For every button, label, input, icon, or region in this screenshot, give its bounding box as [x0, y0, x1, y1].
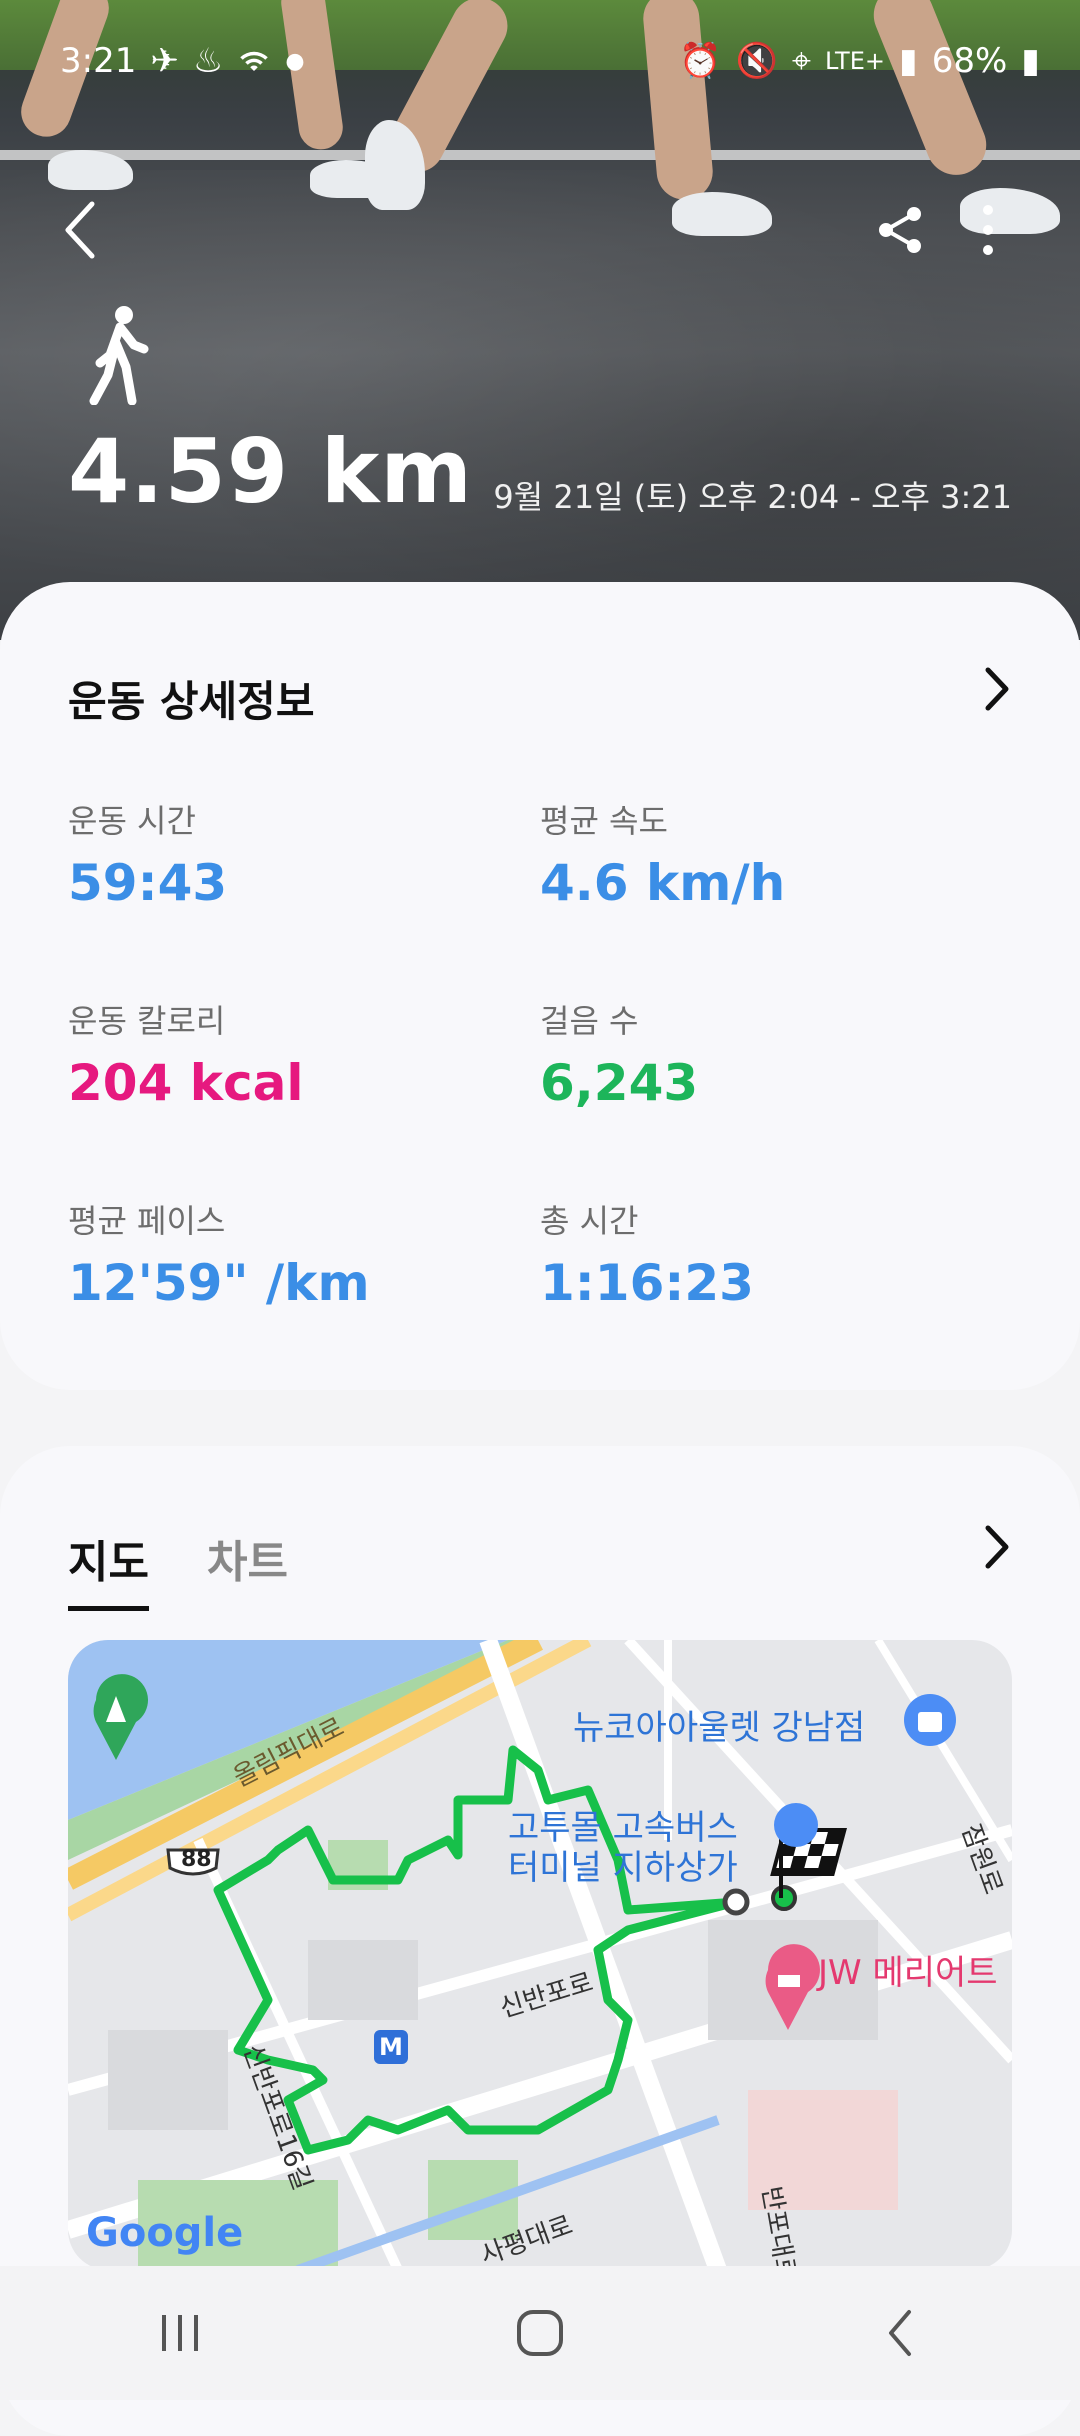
system-nav-bar — [0, 2266, 1080, 2400]
details-title: 운동 상세정보 — [68, 677, 315, 726]
stat-value: 4.6 km/h — [540, 854, 786, 912]
network-type: LTE+ — [824, 47, 885, 75]
map-label-jw: JW 메리어트 — [818, 1953, 998, 1993]
tab-map[interactable]: 지도 — [68, 1526, 149, 1611]
back-button[interactable] — [62, 190, 122, 270]
workout-details-card: 운동 상세정보 운동 시간 59:43 평균 속도 4.6 km/h 운동 칼로… — [0, 582, 1080, 1390]
status-left: 3:21 ✈ ♨ ● — [60, 41, 305, 81]
signal-icon: ▮ — [898, 41, 918, 81]
battery-icon: ▮ — [1021, 41, 1040, 81]
stat-workout-time: 운동 시간 59:43 — [68, 796, 227, 912]
battery-level: 68% — [931, 41, 1008, 81]
stat-total-time: 총 시간 1:16:23 — [540, 1196, 754, 1312]
wifi-icon — [240, 51, 269, 71]
nav-back-button[interactable] — [840, 2283, 960, 2383]
workout-datetime: 9월 21일 (토) 오후 2:04 - 오후 3:21 — [493, 478, 1012, 516]
recents-icon — [162, 2315, 198, 2351]
share-button[interactable] — [868, 190, 932, 270]
location-icon: ⌖ — [791, 41, 811, 81]
stat-value: 204 kcal — [68, 1054, 304, 1112]
stat-avg-pace: 평균 페이스 12'59" /km — [68, 1196, 370, 1312]
google-logo: Google — [86, 2210, 244, 2256]
alarm-icon: ⏰ — [679, 41, 722, 81]
stat-label: 걸음 수 — [540, 1002, 639, 1040]
stat-value: 6,243 — [540, 1054, 699, 1112]
stat-label: 운동 시간 — [68, 802, 196, 840]
notification-icon: ✈ — [150, 41, 179, 81]
notification-icon: ♨ — [192, 41, 224, 81]
route-map[interactable]: 올림픽대로 88 뉴코아아울렛 강남점 고투몰 고속버스 터미널 지하상가 JW… — [68, 1640, 1012, 2270]
hero-header — [0, 0, 1080, 640]
home-icon — [517, 2310, 563, 2356]
stat-calories: 운동 칼로리 204 kcal — [68, 996, 304, 1112]
status-bar: 3:21 ✈ ♨ ● ⏰ 🔇 ⌖ LTE+ ▮ 68% ▮ — [60, 36, 1040, 86]
stat-value: 59:43 — [68, 854, 228, 912]
stat-label: 평균 속도 — [540, 802, 668, 840]
stat-avg-speed: 평균 속도 4.6 km/h — [540, 796, 785, 912]
more-options-button[interactable] — [968, 190, 1008, 270]
metro-station-icon: M — [374, 2030, 408, 2064]
stat-steps: 걸음 수 6,243 — [540, 996, 698, 1112]
status-time: 3:21 — [60, 41, 137, 81]
distance-value: 4.59 km — [68, 420, 473, 523]
status-right: ⏰ 🔇 ⌖ LTE+ ▮ 68% ▮ — [679, 41, 1040, 81]
map-more-button[interactable] — [982, 1522, 1022, 1582]
map-label-newcore: 뉴코아아울렛 강남점 — [573, 1708, 866, 1748]
dot-icon: ● — [285, 48, 305, 74]
recents-button[interactable] — [120, 2283, 240, 2383]
stat-label: 총 시간 — [540, 1202, 639, 1240]
details-more-button[interactable] — [982, 664, 1022, 724]
hero-road-line — [0, 150, 1080, 160]
chevron-right-icon — [985, 1525, 1009, 1569]
stat-value: 12'59" /km — [68, 1254, 370, 1312]
back-icon — [889, 2310, 911, 2356]
map-label-route-88: 88 — [181, 1847, 212, 1872]
map-label-gotomall-2: 터미널 지하상가 — [508, 1848, 738, 1888]
home-button[interactable] — [480, 2283, 600, 2383]
stat-label: 운동 칼로리 — [68, 1002, 226, 1040]
share-icon — [879, 207, 921, 253]
walking-person-icon — [89, 306, 149, 405]
stat-label: 평균 페이스 — [68, 1202, 226, 1240]
tab-chart[interactable]: 차트 — [207, 1526, 288, 1611]
top-bar — [0, 190, 1080, 270]
chevron-left-icon — [65, 201, 95, 259]
mute-icon: 🔇 — [735, 41, 778, 81]
stat-value: 1:16:23 — [540, 1254, 754, 1312]
chevron-right-icon — [985, 667, 1009, 711]
map-tabs: 지도 차트 — [68, 1526, 288, 1611]
more-vertical-icon — [983, 205, 993, 255]
